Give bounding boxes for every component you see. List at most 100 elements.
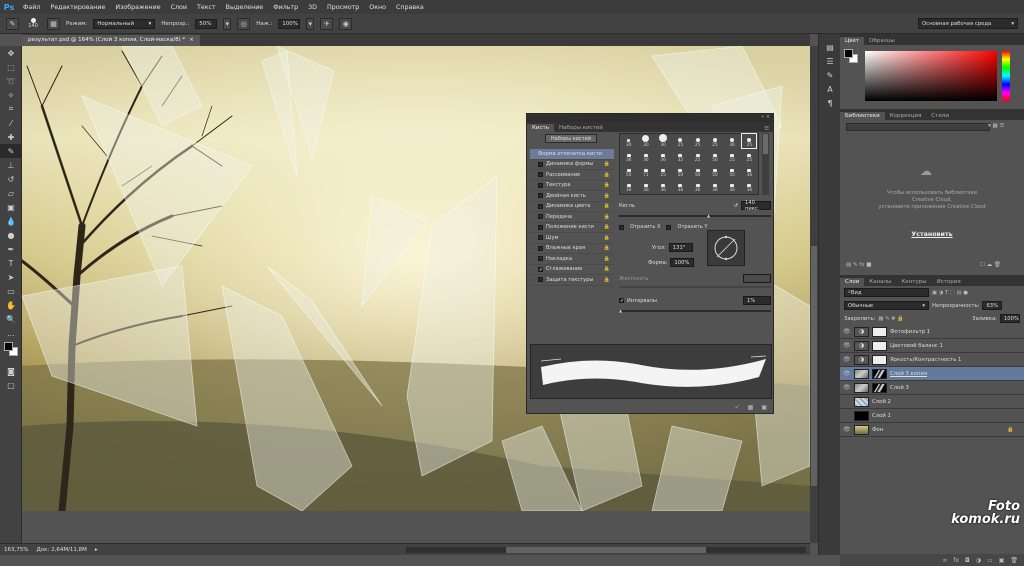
scrollbar-thumb[interactable] xyxy=(811,246,817,486)
flip-x-checkbox[interactable] xyxy=(619,224,624,230)
tab-channels[interactable]: Каналы xyxy=(864,278,896,286)
lock-icon[interactable]: 🔒 xyxy=(604,203,610,209)
menu-item[interactable]: Слои xyxy=(166,4,192,11)
brush-tip[interactable]: 30 xyxy=(656,134,670,148)
angle-roundness-widget[interactable] xyxy=(707,230,745,266)
brush-tip[interactable]: 50 xyxy=(708,149,722,163)
menu-item[interactable]: Выделение xyxy=(221,4,269,11)
tips-scrollbar[interactable] xyxy=(762,133,769,195)
brush-option-checkbox[interactable] xyxy=(538,214,543,220)
brush-tip[interactable]: 25 xyxy=(656,164,670,178)
menu-item[interactable]: Окно xyxy=(364,4,391,11)
layer-row[interactable]: 👁 ◑ Фотофильтр 1 xyxy=(840,325,1024,339)
library-view-icons[interactable]: ▾ ▦ ☰ xyxy=(988,123,1004,129)
menu-item[interactable]: Фильтр xyxy=(268,4,303,11)
hand-tool-icon[interactable]: ✋ xyxy=(0,298,22,312)
visibility-eye-icon[interactable]: 👁 xyxy=(843,342,851,349)
brush-preset-picker[interactable]: 140 xyxy=(25,18,41,29)
brush-option[interactable]: ✓ Сглаживание 🔒 xyxy=(530,265,614,275)
library-select[interactable] xyxy=(846,123,990,131)
brush-tip[interactable]: 25 xyxy=(691,149,705,163)
brush-tip[interactable]: 25 xyxy=(673,134,687,148)
foreground-color-swatch[interactable] xyxy=(4,342,13,351)
pressure-field[interactable]: 100% xyxy=(278,18,301,29)
lock-icon[interactable]: 🔒 xyxy=(604,224,610,230)
layer-name[interactable]: Слой 3 xyxy=(890,385,909,391)
tab-styles[interactable]: Стили xyxy=(926,112,954,120)
size-slider[interactable]: ▲ xyxy=(619,213,771,218)
brush-panel-toggle-icon[interactable]: ▦ xyxy=(47,17,60,30)
tab-layers[interactable]: Слои xyxy=(840,278,865,286)
trash-icon[interactable]: 🗑 xyxy=(1010,557,1018,564)
slider-handle[interactable]: ▲ xyxy=(707,213,710,218)
layer-opacity-field[interactable]: 63% xyxy=(982,301,1003,310)
brush-option-checkbox[interactable] xyxy=(538,193,543,199)
menu-item[interactable]: Текст xyxy=(192,4,221,11)
visibility-eye-icon[interactable]: 👁 xyxy=(843,426,851,433)
workspace-select[interactable]: Основная рабочая среда ▾ xyxy=(918,18,1018,29)
toggle-preview-icon[interactable]: ✓ xyxy=(735,404,740,411)
menu-item[interactable]: Просмотр xyxy=(322,4,364,11)
mode-select[interactable]: Нормальный ▾ xyxy=(93,18,156,29)
tab-swatches[interactable]: Образцы xyxy=(864,37,900,45)
libraries-footer-icons[interactable]: ▤ ✎ fx ■ xyxy=(846,262,871,268)
brush-tip[interactable]: 50 xyxy=(673,164,687,178)
menu-item[interactable]: Изображение xyxy=(110,4,165,11)
tab-history[interactable]: История xyxy=(932,278,966,286)
blend-mode-select[interactable]: Обычные ▾ xyxy=(844,301,929,310)
brush-option[interactable]: Двойная кисть 🔒 xyxy=(530,191,614,202)
reset-size-icon[interactable]: ↺ xyxy=(734,203,738,209)
brush-tip[interactable]: 25 xyxy=(708,134,722,148)
tab-brush[interactable]: Кисть xyxy=(527,124,554,132)
brush-tip[interactable]: 25 xyxy=(742,149,756,163)
link-layers-icon[interactable]: ∞ xyxy=(942,557,947,564)
canvas-horizontal-scrollbar[interactable] xyxy=(406,546,806,553)
document-tab[interactable]: результат.psd @ 164% (Слой 3 копия, Слой… xyxy=(22,35,200,46)
brush-option-checkbox[interactable] xyxy=(538,235,543,241)
panel-menu-icon[interactable]: ☰ xyxy=(764,126,773,132)
dodge-tool-icon[interactable]: ● xyxy=(0,228,22,242)
crop-tool-icon[interactable]: ⌗ xyxy=(0,102,22,116)
close-icon[interactable]: × xyxy=(189,37,194,44)
layer-name[interactable]: Фон xyxy=(872,427,883,433)
brush-tip[interactable]: 36 xyxy=(656,179,670,193)
airbrush-icon[interactable]: ✈ xyxy=(320,17,334,30)
size-field[interactable]: 140 пикс. xyxy=(741,200,771,212)
spacing-slider[interactable]: ▲ xyxy=(619,308,771,313)
tab-libraries[interactable]: Библиотеки xyxy=(840,112,885,120)
grid-icon[interactable]: ▦ xyxy=(748,404,754,411)
layer-mask-thumbnail[interactable] xyxy=(872,382,887,393)
layer-name[interactable]: Цветовой баланс 1 xyxy=(890,343,943,349)
new-preset-icon[interactable]: ▣ xyxy=(761,404,767,411)
layer-name[interactable]: Слой 3 копия xyxy=(890,371,927,377)
lock-icon[interactable]: 🔒 xyxy=(604,245,610,251)
brush-option-checkbox[interactable] xyxy=(538,182,543,188)
install-link[interactable]: Установить xyxy=(840,231,1024,238)
brush-tip[interactable]: 36 xyxy=(742,164,756,178)
lock-icon[interactable]: 🔒 xyxy=(604,182,610,188)
lasso-tool-icon[interactable]: ➰ xyxy=(0,74,22,88)
layer-style-icon[interactable]: fx xyxy=(953,557,959,564)
brush-tip[interactable]: 71 xyxy=(639,164,653,178)
color-field[interactable] xyxy=(865,51,997,101)
move-tool-icon[interactable]: ✥ xyxy=(0,46,22,60)
brush-option[interactable]: Динамика формы 🔒 xyxy=(530,160,614,170)
blur-tool-icon[interactable]: 💧 xyxy=(0,214,22,228)
brush-tip[interactable]: 30 xyxy=(622,134,636,148)
menu-item[interactable]: Файл xyxy=(18,4,45,11)
lock-icon[interactable]: 🔒 xyxy=(604,235,610,241)
eraser-tool-icon[interactable]: ▱ xyxy=(0,186,22,200)
brush-option-checkbox[interactable] xyxy=(538,172,543,178)
brush-tip[interactable]: 50 xyxy=(691,164,705,178)
opacity-field[interactable]: 50% xyxy=(195,18,218,29)
healing-tool-icon[interactable]: ✚ xyxy=(0,130,22,144)
brush-option[interactable]: Влажные края 🔒 xyxy=(530,244,614,254)
lock-icon[interactable]: 🔒 xyxy=(604,161,610,167)
color-swatches[interactable] xyxy=(0,340,21,364)
brush-tip[interactable]: 36 xyxy=(639,179,653,193)
brush-tip[interactable]: 36 xyxy=(691,179,705,193)
status-arrow-icon[interactable]: ▸ xyxy=(95,547,98,553)
brush-tip[interactable]: 36 xyxy=(639,149,653,163)
collapse-icon[interactable]: « × xyxy=(761,114,770,122)
hardness-slider[interactable] xyxy=(619,286,771,288)
